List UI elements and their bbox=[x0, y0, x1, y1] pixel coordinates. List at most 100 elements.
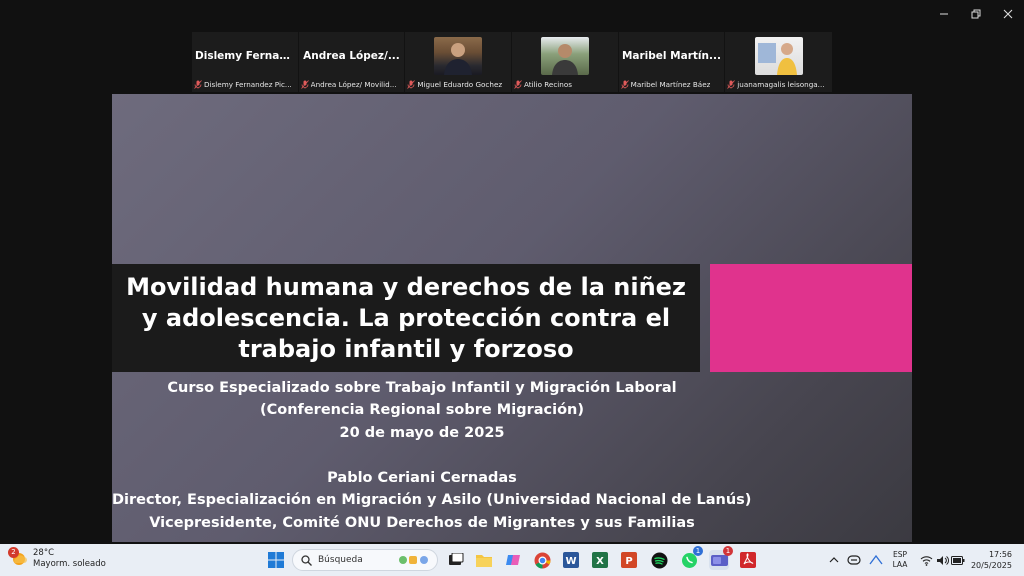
layout-code: LAA bbox=[892, 560, 908, 569]
restore-icon bbox=[971, 9, 981, 19]
person-avatar-icon bbox=[551, 44, 578, 75]
pdf-icon bbox=[740, 552, 756, 568]
mic-muted-icon bbox=[620, 79, 629, 89]
excel-button[interactable]: X bbox=[590, 550, 610, 570]
participant-tile[interactable]: Andrea López/... Andrea López/ Movilid..… bbox=[299, 32, 406, 92]
participant-display-name: Maribel Martín... bbox=[621, 50, 721, 62]
whatsapp-badge: 1 bbox=[693, 546, 703, 556]
presentation-date: 20 de mayo de 2025 bbox=[339, 425, 505, 441]
tray-app-button[interactable] bbox=[844, 550, 864, 570]
chrome-button[interactable] bbox=[532, 550, 552, 570]
clock[interactable]: 17:56 20/5/2025 bbox=[971, 549, 1012, 571]
participant-label: Andrea López/ Movilid... bbox=[300, 78, 403, 90]
participant-tile[interactable]: Dislemy Fernan... Dislemy Fernandez Pic.… bbox=[192, 32, 299, 92]
speaker-role-1: Director, Especialización en Migración y… bbox=[112, 492, 752, 508]
taskbar-search[interactable]: Búsqueda bbox=[292, 549, 438, 571]
search-placeholder: Búsqueda bbox=[318, 555, 363, 565]
speaker-name: Pablo Ceriani Cernadas bbox=[327, 470, 517, 486]
clock-time: 17:56 bbox=[988, 550, 1012, 559]
windows-logo-icon bbox=[268, 552, 284, 568]
speaker-role-2: Vicepresidente, Comité ONU Derechos de M… bbox=[149, 515, 695, 531]
teams-button[interactable]: 1 bbox=[709, 546, 733, 570]
keyboard-language[interactable]: ESP LAA bbox=[888, 550, 912, 570]
participant-tile[interactable]: Maribel Martín... Maribel Martínez Báez bbox=[619, 32, 726, 92]
battery-button[interactable] bbox=[948, 550, 968, 570]
clock-date: 20/5/2025 bbox=[970, 561, 1012, 570]
mic-muted-icon bbox=[407, 79, 416, 89]
file-explorer-button[interactable] bbox=[474, 550, 494, 570]
participant-strip: Dislemy Fernan... Dislemy Fernandez Pic.… bbox=[192, 32, 832, 92]
minimize-button[interactable] bbox=[928, 0, 960, 28]
weather-alert-badge: 2 bbox=[8, 547, 19, 558]
excel-icon: X bbox=[592, 552, 608, 568]
participant-label: Dislemy Fernandez Pic... bbox=[194, 78, 296, 90]
mic-muted-icon bbox=[194, 79, 202, 89]
participant-video bbox=[434, 37, 483, 75]
weather-icon: 2 bbox=[8, 547, 28, 568]
participant-video bbox=[754, 37, 803, 75]
participant-label: Atilio Recinos bbox=[514, 78, 616, 90]
course-name: Curso Especializado sobre Trabajo Infant… bbox=[167, 380, 677, 396]
participant-display-name: Andrea López/... bbox=[303, 50, 400, 62]
participant-label-text: Dislemy Fernandez Pic... bbox=[204, 79, 292, 89]
taskbar: 2 28°C Mayorm. soleado Búsqueda W X P 1 bbox=[0, 544, 1024, 576]
participant-label-text: Miguel Eduardo Gochez bbox=[417, 79, 503, 89]
weather-widget[interactable]: 2 28°C Mayorm. soleado bbox=[8, 547, 106, 570]
link-icon bbox=[847, 555, 861, 565]
conference-name: (Conferencia Regional sobre Migración) bbox=[259, 402, 585, 418]
weather-description: Mayorm. soleado bbox=[33, 559, 106, 569]
task-view-icon bbox=[449, 553, 464, 565]
copilot-button[interactable] bbox=[503, 550, 523, 570]
whatsapp-button[interactable]: 1 bbox=[679, 546, 703, 570]
svg-text:X: X bbox=[596, 556, 604, 567]
mic-muted-icon bbox=[727, 79, 736, 89]
slide-title-line: y adolescencia. La protección contra el bbox=[141, 303, 671, 332]
participant-tile[interactable]: Atilio Recinos bbox=[512, 32, 619, 92]
spotify-button[interactable] bbox=[649, 550, 669, 570]
mic-muted-icon bbox=[514, 79, 522, 89]
person-avatar-icon bbox=[444, 43, 473, 75]
copilot-icon bbox=[506, 555, 520, 565]
close-icon bbox=[1003, 9, 1013, 19]
spotify-icon bbox=[651, 552, 667, 568]
participant-tile[interactable]: juanamagalis leisonga... bbox=[725, 32, 832, 92]
restore-button[interactable] bbox=[960, 0, 992, 28]
tray-overflow-button[interactable] bbox=[824, 550, 844, 570]
powerpoint-icon: P bbox=[621, 552, 637, 568]
mic-muted-icon bbox=[300, 79, 309, 89]
minimize-icon bbox=[940, 13, 948, 15]
wifi-icon bbox=[920, 555, 932, 566]
slide-title-box: Movilidad humana y derechos de la niñez … bbox=[112, 264, 700, 372]
word-button[interactable]: W bbox=[561, 550, 581, 570]
close-button[interactable] bbox=[992, 0, 1024, 28]
network-share-icon bbox=[869, 554, 883, 565]
tray-network-app-button[interactable] bbox=[866, 550, 886, 570]
svg-text:P: P bbox=[625, 556, 632, 567]
task-view-button[interactable] bbox=[446, 550, 466, 570]
slide-title-line: trabajo infantil y forzoso bbox=[238, 334, 574, 363]
weather-text: 28°C Mayorm. soleado bbox=[33, 548, 106, 570]
battery-icon bbox=[951, 555, 965, 565]
folder-icon bbox=[476, 554, 492, 567]
window-controls bbox=[928, 0, 1024, 28]
chevron-up-icon bbox=[829, 557, 839, 563]
participant-label: Maribel Martínez Báez bbox=[620, 78, 723, 90]
word-icon: W bbox=[563, 552, 579, 568]
language-code: ESP bbox=[892, 550, 908, 559]
participant-label: Miguel Eduardo Gochez bbox=[407, 78, 509, 90]
temperature: 28°C bbox=[33, 548, 55, 558]
participant-video bbox=[540, 37, 589, 75]
search-icon bbox=[301, 554, 312, 566]
participant-label: juanamagalis leisonga... bbox=[727, 78, 830, 90]
accent-block bbox=[710, 264, 912, 372]
participant-label-text: juanamagalis leisonga... bbox=[737, 79, 825, 89]
slide-title: Movilidad humana y derechos de la niñez … bbox=[116, 272, 696, 365]
start-button[interactable] bbox=[266, 550, 286, 570]
shared-slide: Movilidad humana y derechos de la niñez … bbox=[112, 94, 912, 542]
participant-tile[interactable]: Miguel Eduardo Gochez bbox=[405, 32, 512, 92]
acrobat-button[interactable] bbox=[738, 550, 758, 570]
teams-badge: 1 bbox=[723, 546, 733, 556]
powerpoint-button[interactable]: P bbox=[619, 550, 639, 570]
person-avatar-icon bbox=[757, 43, 797, 75]
chrome-icon bbox=[534, 552, 550, 568]
